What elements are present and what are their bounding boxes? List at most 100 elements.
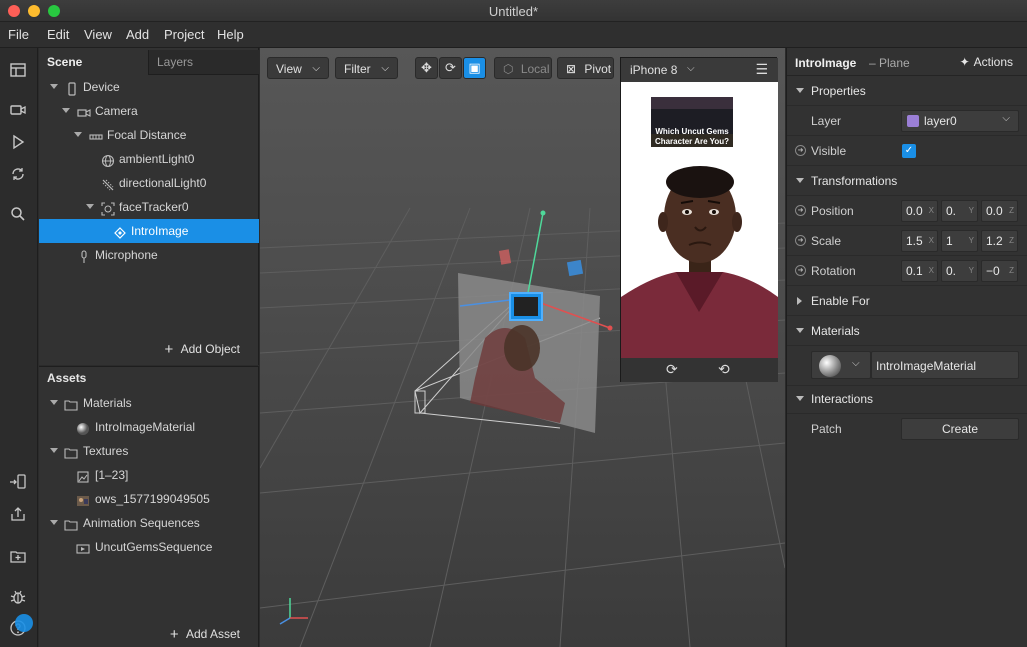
refresh-icon[interactable] bbox=[9, 165, 27, 183]
asset-item-materials[interactable]: Materials bbox=[39, 391, 259, 415]
add-asset-button[interactable]: + Add Asset bbox=[170, 625, 240, 643]
scene-item-microphone[interactable]: Microphone bbox=[39, 243, 259, 267]
scene-item-label: Device bbox=[83, 80, 120, 94]
scene-item-face-tracker[interactable]: faceTracker0 bbox=[39, 195, 259, 219]
cube-icon: ⬡ bbox=[503, 62, 514, 76]
send-to-device-icon[interactable] bbox=[9, 473, 27, 491]
scale-tool-button[interactable]: ▣ bbox=[463, 57, 486, 79]
hamburger-menu-icon[interactable]: ☰ bbox=[755, 61, 768, 78]
scene-item-label: directionalLight0 bbox=[119, 176, 207, 190]
collapse-triangle-icon[interactable] bbox=[796, 328, 804, 333]
add-object-button[interactable]: + Add Object bbox=[165, 340, 240, 358]
bug-icon[interactable] bbox=[9, 588, 27, 606]
asset-item-label: UncutGemsSequence bbox=[95, 540, 213, 554]
collapse-triangle-icon[interactable] bbox=[796, 88, 804, 93]
rotation-row: ➜ Rotation 0.1 X 0. Y −0 Z bbox=[787, 256, 1027, 286]
expand-triangle-icon[interactable] bbox=[86, 204, 94, 209]
notification-badge[interactable] bbox=[15, 614, 33, 632]
tool-strip bbox=[0, 48, 38, 647]
upload-icon[interactable] bbox=[9, 505, 27, 523]
filter-dropdown[interactable]: Filter ⌵ bbox=[335, 57, 398, 79]
move-tool-button[interactable]: ✥ bbox=[415, 57, 438, 79]
scale-x-field[interactable]: 1.5 X bbox=[901, 230, 938, 252]
scene-item-camera[interactable]: Camera bbox=[39, 99, 259, 123]
enable-for-label: Enable For bbox=[811, 294, 870, 308]
pivot-toggle-button[interactable]: ⊠ Pivot bbox=[557, 57, 614, 79]
chevron-down-icon[interactable]: ⌵ bbox=[687, 63, 695, 74]
device-preview[interactable]: iPhone 8 ⌵ ☰ Which Uncut Gems Character … bbox=[620, 57, 778, 382]
menu-add[interactable]: Add bbox=[126, 27, 149, 42]
rotation-x-value: 0.1 bbox=[906, 264, 923, 278]
magic-wand-icon: ✦ bbox=[959, 55, 970, 69]
add-folder-icon[interactable] bbox=[9, 547, 27, 565]
rotation-y-field[interactable]: 0. Y bbox=[941, 260, 978, 282]
create-patch-button[interactable]: Create bbox=[901, 418, 1019, 440]
asset-item-texture-sequence[interactable]: [1–23] bbox=[39, 463, 259, 487]
expand-triangle-icon[interactable] bbox=[50, 520, 58, 525]
enable-for-section-header[interactable]: Enable For bbox=[787, 286, 1027, 316]
search-icon[interactable] bbox=[9, 205, 27, 223]
video-camera-icon[interactable] bbox=[9, 101, 27, 119]
menu-view[interactable]: View bbox=[84, 27, 112, 42]
rotation-x-field[interactable]: 0.1 X bbox=[901, 260, 938, 282]
layout-icon[interactable] bbox=[9, 61, 27, 79]
scene-item-device[interactable]: Device bbox=[39, 75, 259, 99]
scene-viewport[interactable]: View ⌵ Filter ⌵ ✥ ⟳ ▣ ⬡ Local ⊠ Pivot iP… bbox=[260, 48, 785, 647]
flip-camera-icon[interactable]: ⟲ bbox=[718, 361, 730, 378]
local-toggle-button[interactable]: ⬡ Local bbox=[494, 57, 552, 79]
asset-item-uncut-gems-sequence[interactable]: UncutGemsSequence bbox=[39, 535, 259, 559]
menu-help[interactable]: Help bbox=[217, 27, 244, 42]
rotate-device-icon[interactable]: ⟳ bbox=[666, 361, 678, 378]
rotation-z-field[interactable]: −0 Z bbox=[981, 260, 1018, 282]
actions-button[interactable]: ✦ Actions bbox=[960, 55, 1013, 69]
inspector-panel: IntroImage – Plane ✦ Actions Properties L… bbox=[786, 48, 1027, 647]
collapse-triangle-icon[interactable] bbox=[796, 396, 804, 401]
keyframe-arrow-icon[interactable]: ➜ bbox=[795, 205, 806, 216]
expand-triangle-icon[interactable] bbox=[50, 84, 58, 89]
position-x-field[interactable]: 0.0 X bbox=[901, 200, 938, 222]
keyframe-arrow-icon[interactable]: ➜ bbox=[795, 145, 806, 156]
position-y-field[interactable]: 0. Y bbox=[941, 200, 978, 222]
properties-section-header[interactable]: Properties bbox=[787, 76, 1027, 106]
tab-layers[interactable]: Layers bbox=[148, 50, 259, 75]
asset-item-texture-ows[interactable]: ows_1577199049505 bbox=[39, 487, 259, 511]
asset-item-animation-sequences[interactable]: Animation Sequences bbox=[39, 511, 259, 535]
actions-label: Actions bbox=[973, 55, 1013, 69]
materials-section-header[interactable]: Materials bbox=[787, 316, 1027, 346]
scale-y-field[interactable]: 1Y bbox=[941, 230, 978, 252]
interactions-section-header[interactable]: Interactions bbox=[787, 384, 1027, 414]
scale-z-field[interactable]: 1.2 Z bbox=[981, 230, 1018, 252]
keyframe-arrow-icon[interactable]: ➜ bbox=[795, 235, 806, 246]
axis-label: X bbox=[927, 261, 934, 281]
scene-item-focal-distance[interactable]: Focal Distance bbox=[39, 123, 259, 147]
tab-scene[interactable]: Scene bbox=[39, 50, 148, 75]
visible-checkbox[interactable]: ✓ bbox=[902, 144, 916, 158]
expand-triangle-icon[interactable] bbox=[62, 108, 70, 113]
scene-item-directional-light[interactable]: directionalLight0 bbox=[39, 171, 259, 195]
collapse-triangle-icon[interactable] bbox=[796, 178, 804, 183]
device-selector[interactable]: iPhone 8 bbox=[630, 63, 677, 77]
rotate-tool-button[interactable]: ⟳ bbox=[439, 57, 462, 79]
transformations-section-header[interactable]: Transformations bbox=[787, 166, 1027, 196]
material-picker[interactable]: ⌵ bbox=[811, 351, 871, 379]
expand-triangle-icon[interactable] bbox=[50, 400, 58, 405]
expand-triangle-icon[interactable] bbox=[50, 448, 58, 453]
material-name-field[interactable]: IntroImageMaterial bbox=[871, 351, 1019, 379]
position-z-field[interactable]: 0.0 Z bbox=[981, 200, 1018, 222]
scene-item-intro-image[interactable]: IntroImage bbox=[39, 219, 259, 243]
asset-item-intro-image-material[interactable]: IntroImageMaterial bbox=[39, 415, 259, 439]
layer-select[interactable]: layer0 ⌵ bbox=[901, 110, 1019, 132]
asset-item-textures[interactable]: Textures bbox=[39, 439, 259, 463]
asset-item-label: ows_1577199049505 bbox=[95, 492, 210, 506]
menu-project[interactable]: Project bbox=[164, 27, 204, 42]
keyframe-arrow-icon[interactable]: ➜ bbox=[795, 265, 806, 276]
view-dropdown[interactable]: View ⌵ bbox=[267, 57, 329, 79]
menu-file[interactable]: File bbox=[8, 27, 29, 42]
assets-panel: Assets Materials IntroImageMaterial Text… bbox=[39, 366, 259, 647]
scene-item-ambient-light[interactable]: ambientLight0 bbox=[39, 147, 259, 171]
play-icon[interactable] bbox=[9, 133, 27, 151]
menu-edit[interactable]: Edit bbox=[47, 27, 69, 42]
expand-triangle-icon[interactable] bbox=[74, 132, 82, 137]
expand-triangle-icon[interactable] bbox=[797, 297, 802, 305]
object-name: IntroImage bbox=[795, 56, 857, 70]
